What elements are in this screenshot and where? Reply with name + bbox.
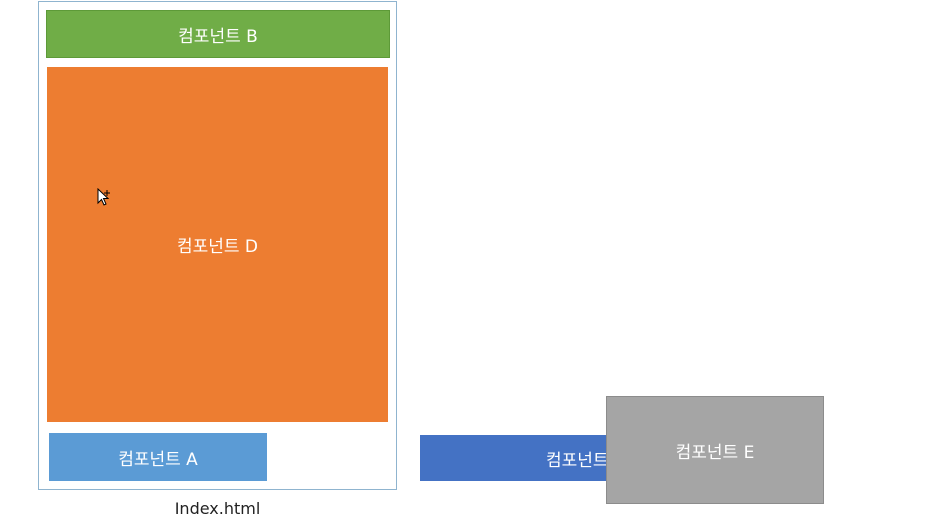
index-html-caption: Index.html (174, 499, 261, 516)
move-cursor-icon (97, 188, 110, 206)
component-a-label: 컴포넌트 A (118, 449, 198, 470)
component-a-box: 컴포넌트 A (49, 433, 267, 481)
component-d-box: 컴포넌트 D (47, 67, 388, 422)
component-d-label: 컴포넌트 D (176, 237, 259, 257)
diagram-canvas: 컴포넌트 B 컴포넌트 D 컴포넌트 A 컴포넌트 C 컴포넌트 E Index… (0, 0, 929, 516)
component-e-label: 컴포넌트 E (675, 442, 755, 463)
component-b-box: 컴포넌트 B (46, 10, 390, 58)
component-e-box: 컴포넌트 E (606, 396, 824, 504)
component-b-label: 컴포넌트 B (178, 26, 258, 47)
